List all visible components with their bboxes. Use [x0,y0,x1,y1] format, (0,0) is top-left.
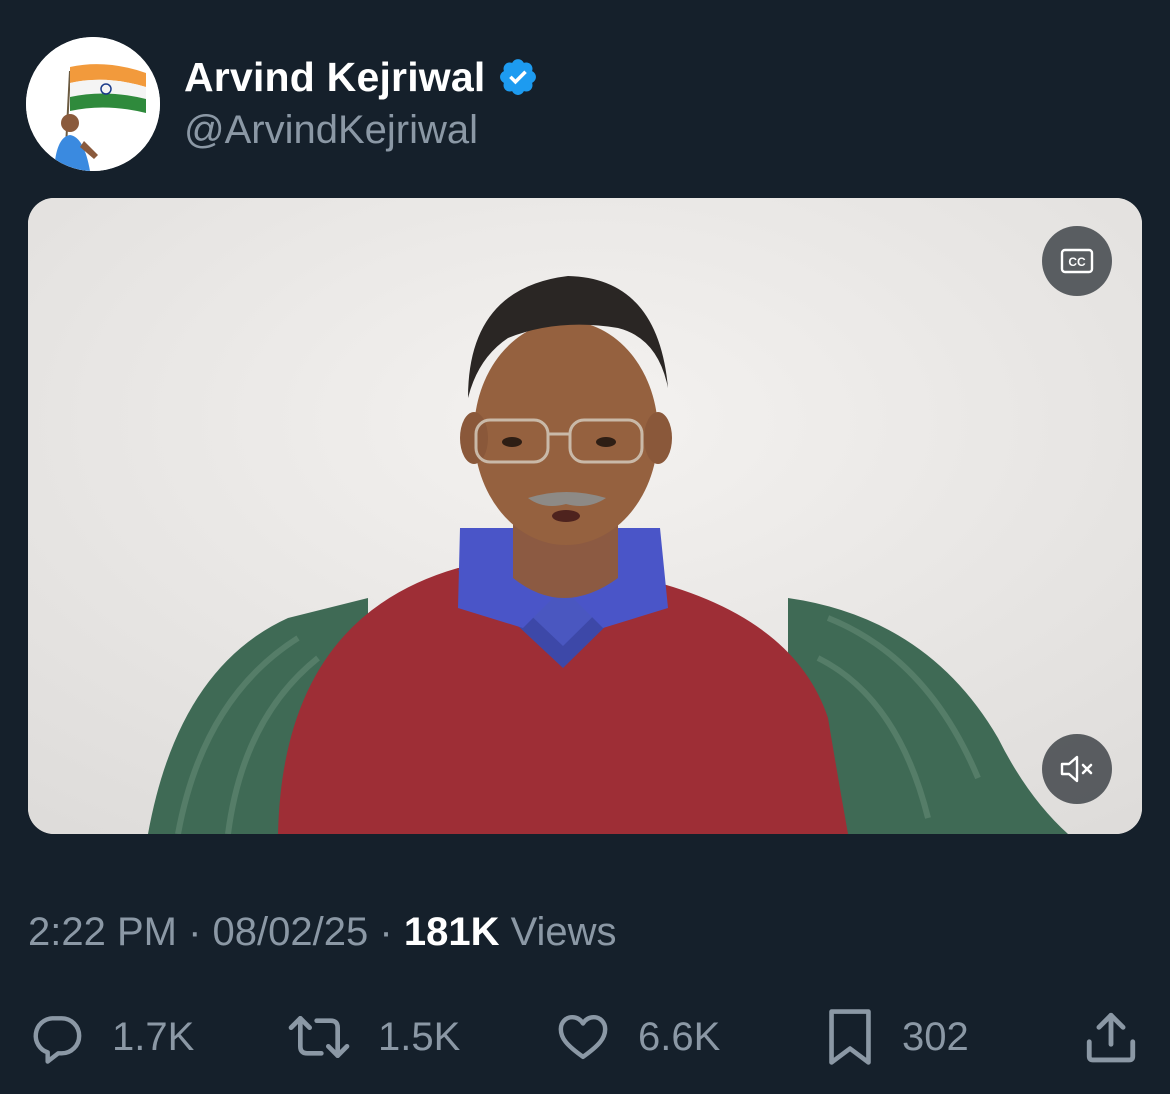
views-count: 181K [403,910,500,954]
author-name-row[interactable]: Arvind Kejriwal [184,52,539,102]
repost-button[interactable]: 1.5K [284,1004,460,1070]
speaker-muted-icon [1060,755,1093,783]
video-player[interactable]: CC [28,198,1142,834]
video-frame [28,198,1142,834]
author-handle[interactable]: @ArvindKejriwal [184,108,478,153]
repost-count: 1.5K [378,1014,461,1059]
heart-icon [558,1014,608,1060]
tweet-meta: 2:22 PM · 08/02/25 · 181K Views [28,910,617,955]
reply-button[interactable]: 1.7K [26,1004,194,1070]
repost-icon [288,1016,350,1058]
closed-captions-icon: CC [1060,248,1094,274]
reply-count: 1.7K [112,1014,195,1059]
tweet-date[interactable]: 08/02/25 [213,910,369,954]
avatar[interactable] [26,37,160,171]
mute-toggle-button[interactable] [1042,734,1112,804]
like-button[interactable]: 6.6K [552,1004,720,1070]
meta-separator: · [188,910,202,954]
bookmark-count: 302 [902,1014,969,1059]
views-label: Views [510,910,617,954]
bookmark-button[interactable]: 302 [822,1004,969,1070]
meta-separator: · [379,910,393,954]
share-button[interactable] [1082,1004,1140,1070]
bookmark-icon [829,1009,871,1065]
tweet-time[interactable]: 2:22 PM [28,910,177,954]
verified-badge-icon [497,56,539,98]
captions-button[interactable]: CC [1042,226,1112,296]
svg-text:CC: CC [1068,255,1086,269]
action-bar: 1.7K 1.5K 6.6K 302 [0,1004,1170,1070]
like-count: 6.6K [638,1014,721,1059]
author-display-name[interactable]: Arvind Kejriwal [184,54,485,101]
share-icon [1086,1012,1136,1063]
reply-icon [33,1016,82,1064]
avatar-image [26,37,160,171]
